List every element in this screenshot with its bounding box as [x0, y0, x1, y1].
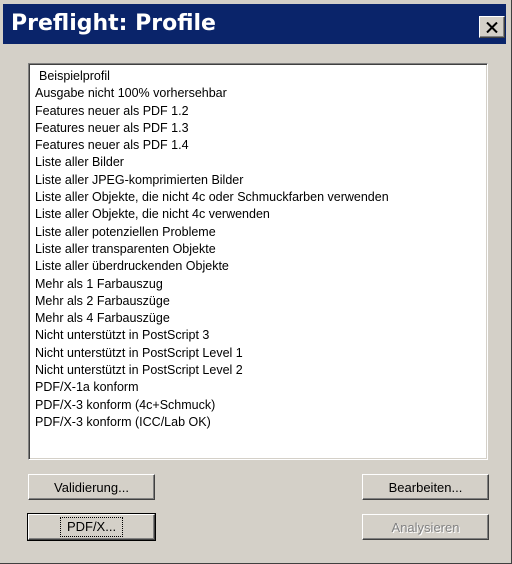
- dialog-title: Preflight: Profile: [11, 11, 216, 36]
- profile-list-item[interactable]: Liste aller Objekte, die nicht 4c verwen…: [35, 206, 389, 223]
- profile-list-item[interactable]: PDF/X-3 konform (4c+Schmuck): [35, 397, 389, 414]
- profile-list-item[interactable]: Nicht unterstützt in PostScript Level 1: [35, 345, 389, 362]
- analysieren-button: Analysieren: [362, 514, 489, 540]
- profile-list-item[interactable]: Liste aller potenziellen Probleme: [35, 224, 389, 241]
- profile-list: Beispielprofil Ausgabe nicht 100% vorhers…: [35, 68, 389, 431]
- profile-list-item[interactable]: Features neuer als PDF 1.4: [35, 137, 389, 154]
- profile-list-item[interactable]: PDF/X-1a konform: [35, 379, 389, 396]
- profile-list-item[interactable]: Mehr als 4 Farbauszüge: [35, 310, 389, 327]
- profile-list-item[interactable]: Liste aller Bilder: [35, 154, 389, 171]
- bearbeiten-button[interactable]: Bearbeiten...: [362, 474, 489, 500]
- profile-list-item[interactable]: Nicht unterstützt in PostScript 3: [35, 327, 389, 344]
- profile-list-item[interactable]: Mehr als 2 Farbauszüge: [35, 293, 389, 310]
- profile-list-item[interactable]: Mehr als 1 Farbauszug: [35, 276, 389, 293]
- analysieren-button-label: Analysieren: [391, 519, 460, 535]
- profile-list-item[interactable]: PDF/X-3 konform (ICC/Lab OK): [35, 414, 389, 431]
- validierung-button[interactable]: Validierung...: [28, 474, 155, 500]
- title-bar[interactable]: Preflight: Profile: [3, 4, 506, 44]
- bearbeiten-button-label: Bearbeiten...: [388, 479, 463, 495]
- validierung-button-label: Validierung...: [54, 479, 129, 495]
- profile-list-item[interactable]: Liste aller transparenten Objekte: [35, 241, 389, 258]
- preflight-profile-dialog: Preflight: Profile Beispielprofil Ausgabe…: [0, 0, 512, 564]
- profile-list-item[interactable]: Features neuer als PDF 1.2: [35, 103, 389, 120]
- pdfx-button[interactable]: PDF/X...: [27, 513, 156, 541]
- profile-list-item[interactable]: Liste aller überdruckenden Objekte: [35, 258, 389, 275]
- profile-listbox[interactable]: Beispielprofil Ausgabe nicht 100% vorhers…: [28, 63, 488, 460]
- profile-list-item[interactable]: Ausgabe nicht 100% vorhersehbar: [35, 85, 389, 102]
- close-button[interactable]: [479, 16, 505, 38]
- pdfx-button-label: PDF/X...: [59, 517, 124, 537]
- close-icon: [486, 21, 498, 33]
- profile-list-item[interactable]: Beispielprofil: [35, 68, 389, 85]
- profile-list-item[interactable]: Features neuer als PDF 1.3: [35, 120, 389, 137]
- profile-list-item[interactable]: Liste aller JPEG-komprimierten Bilder: [35, 172, 389, 189]
- profile-list-item[interactable]: Liste aller Objekte, die nicht 4c oder S…: [35, 189, 389, 206]
- profile-list-item[interactable]: Nicht unterstützt in PostScript Level 2: [35, 362, 389, 379]
